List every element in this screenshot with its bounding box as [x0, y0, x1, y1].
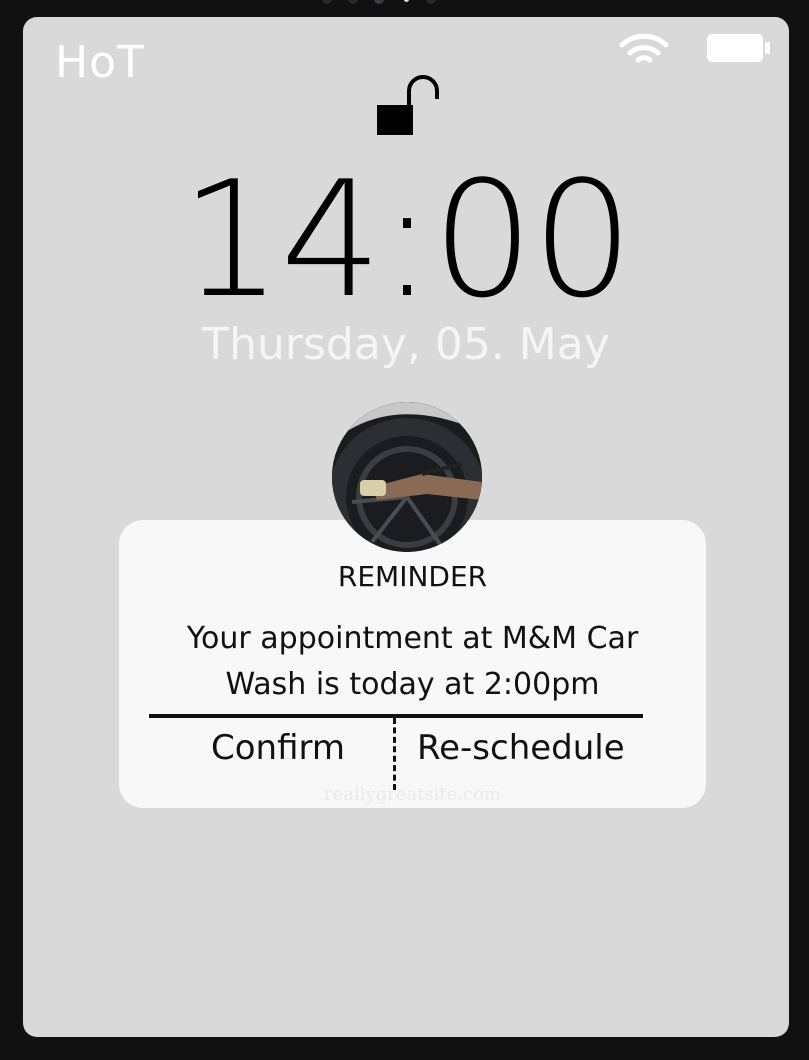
confirm-button[interactable]: Confirm [211, 728, 345, 768]
camera-dots [322, 0, 442, 8]
clock-date: Thursday, 05. May [202, 319, 610, 370]
notification-message: Your appointment at M&M Car Wash is toda… [186, 621, 639, 702]
battery-icon [707, 34, 770, 62]
lock-screen: HoT 14:00 Thursday, 05. May REMINDER You… [23, 17, 789, 1037]
carrier-name: HoT [55, 37, 145, 88]
notification-card[interactable]: REMINDER Your appointment at M&M Car Was… [119, 520, 706, 808]
car-wash-avatar [332, 402, 482, 552]
notification-divider [149, 714, 643, 718]
reschedule-button[interactable]: Re-schedule [417, 728, 625, 768]
unlocked-padlock-icon[interactable] [375, 75, 439, 137]
wifi-icon [619, 33, 669, 63]
clock-time: 14:00 [180, 146, 633, 333]
watermark: reallygreatsite.com [323, 784, 501, 805]
button-separator [393, 718, 396, 790]
notification-title: REMINDER [337, 560, 488, 593]
